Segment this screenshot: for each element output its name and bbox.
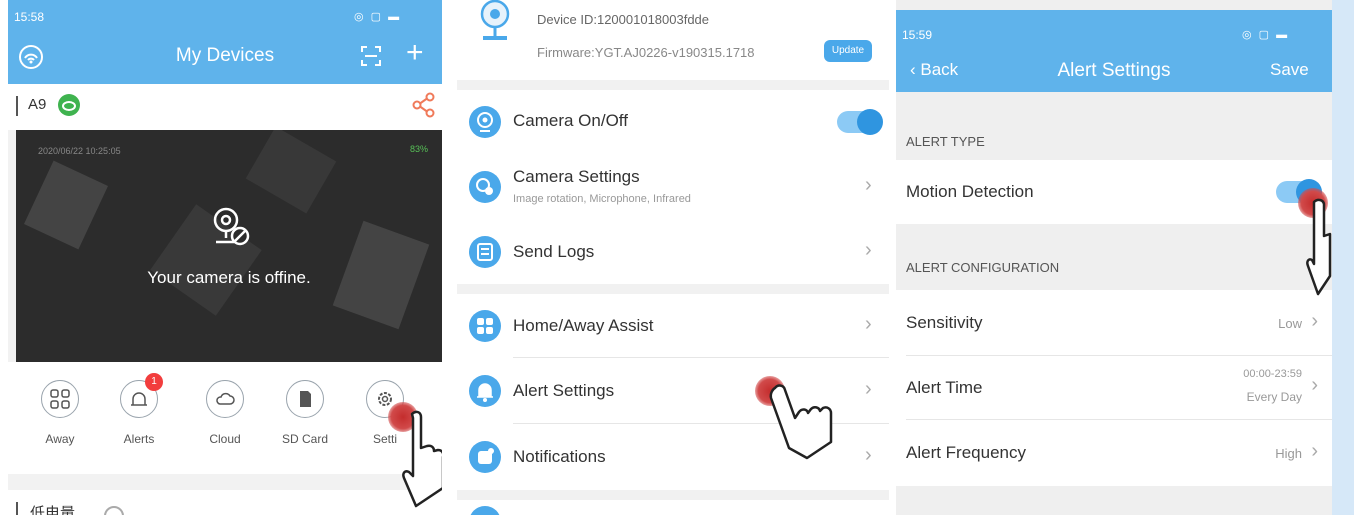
divider — [16, 502, 18, 515]
second-device-row[interactable]: 低电量 — [8, 490, 442, 515]
alerts-button[interactable]: 1 Alerts — [107, 373, 171, 446]
sensitivity-row[interactable]: Sensitivity Low › — [896, 290, 1332, 356]
home-away-assist-row[interactable]: Home/Away Assist › — [457, 294, 889, 358]
away-label: Away — [45, 432, 75, 446]
cloud-icon — [206, 380, 244, 418]
cloud-button[interactable]: Cloud — [193, 380, 257, 446]
alert-time-row[interactable]: Alert Time 00:00-23:59 Every Day › — [896, 356, 1332, 420]
send-logs-label: Send Logs — [513, 242, 595, 261]
alerts-icon: 1 — [120, 373, 163, 418]
status-time: 15:59 — [902, 28, 933, 42]
alert-frequency-row[interactable]: Alert Frequency High › — [896, 420, 1332, 486]
camera-preview[interactable]: 2020/06/22 10:25:05 83% Your camera is o… — [16, 130, 442, 362]
cloud-status-icon — [58, 94, 80, 116]
scan-icon[interactable] — [360, 45, 382, 67]
send-logs-icon — [469, 236, 501, 268]
device-status-icon — [104, 506, 124, 515]
header-bar: 15:59 ◎ ▢ ▬ ‹ Back Alert Settings Save — [896, 10, 1332, 92]
alert-frequency-value: High — [1275, 446, 1302, 461]
offline-message: Your camera is offine. — [147, 268, 311, 287]
sd-card-label: SD Card — [281, 432, 328, 446]
chevron-right-icon: › — [865, 444, 872, 466]
pointing-hand-icon — [769, 384, 833, 460]
side-strip — [1332, 0, 1354, 515]
camera-icon — [469, 106, 501, 138]
pointing-hand-icon — [1306, 198, 1332, 296]
chevron-right-icon: › — [865, 239, 872, 261]
chevron-right-icon: › — [865, 378, 872, 400]
camera-onoff-row[interactable]: Camera On/Off — [457, 90, 889, 154]
pointing-hand-icon — [402, 410, 442, 508]
away-button[interactable]: Away — [28, 380, 92, 446]
my-devices-screen: 15:58 ◎ ▢ ▬ My Devices + A9 2020/06/22 1… — [8, 0, 442, 515]
alert-settings-screen: 15:59 ◎ ▢ ▬ ‹ Back Alert Settings Save A… — [896, 0, 1332, 515]
status-icons: ◎ ▢ ▬ — [354, 11, 402, 23]
camera-settings-subtitle: Image rotation, Microphone, Infrared — [513, 193, 691, 205]
divider — [16, 96, 18, 116]
device-row[interactable]: A9 — [8, 84, 442, 130]
away-icon — [41, 380, 79, 418]
section-header-alert-configuration: ALERT CONFIGURATION — [906, 260, 1060, 275]
home-away-label: Home/Away Assist — [513, 316, 654, 335]
chevron-right-icon: › — [1311, 374, 1318, 396]
page-title: Alert Settings — [1057, 60, 1171, 81]
alert-time-label: Alert Time — [906, 378, 983, 397]
home-away-icon — [469, 310, 501, 342]
status-time: 15:58 — [14, 10, 45, 24]
alert-frequency-label: Alert Frequency — [906, 443, 1026, 462]
firmware-version: Firmware:YGT.AJ0226-v190315.1718 — [537, 45, 755, 60]
sd-card-button[interactable]: SD Card — [273, 380, 337, 446]
camera-onoff-toggle[interactable] — [837, 109, 883, 135]
camera-battery: 83% — [409, 144, 428, 154]
cloud-label: Cloud — [209, 432, 241, 446]
camera-settings-row[interactable]: Camera Settings Image rotation, Micropho… — [457, 154, 889, 220]
device-info: Device ID:120001018003fdde Firmware:YGT.… — [457, 0, 889, 80]
header-bar: 15:58 ◎ ▢ ▬ My Devices + — [8, 0, 442, 84]
bell-icon — [469, 375, 501, 407]
share-icon[interactable] — [412, 92, 436, 118]
chevron-right-icon: › — [1311, 310, 1318, 332]
device-id: Device ID:120001018003fdde — [537, 12, 710, 27]
sd-card-icon — [286, 380, 324, 418]
sensitivity-label: Sensitivity — [906, 313, 983, 332]
camera-settings-icon — [469, 171, 501, 203]
alert-settings-label: Alert Settings — [513, 381, 615, 400]
sensitivity-value: Low — [1278, 316, 1302, 331]
alert-time-range: 00:00-23:59 — [1243, 368, 1302, 380]
section-header-alert-type: ALERT TYPE — [906, 134, 985, 149]
device-settings-screen: Device ID:120001018003fdde Firmware:YGT.… — [457, 0, 889, 515]
save-button[interactable]: Save — [1270, 60, 1309, 80]
update-button[interactable]: Update — [824, 40, 872, 62]
camera-onoff-label: Camera On/Off — [513, 111, 628, 130]
motion-detection-row[interactable]: Motion Detection — [896, 160, 1332, 224]
camera-offline-icon — [213, 207, 250, 246]
send-logs-row[interactable]: Send Logs › — [457, 220, 889, 284]
list-item-icon — [469, 506, 501, 515]
device-actions: Away 1 Alerts Cloud SD Card Setti — [8, 362, 442, 474]
camera-device-icon — [480, 0, 510, 40]
alerts-badge: 1 — [145, 373, 163, 391]
motion-detection-label: Motion Detection — [906, 182, 1034, 201]
list-item[interactable] — [457, 500, 889, 515]
second-device-name: 低电量 — [30, 505, 76, 515]
chevron-right-icon: › — [865, 313, 872, 335]
notifications-label: Notifications — [513, 447, 606, 466]
add-device-icon[interactable]: + — [406, 38, 424, 68]
alerts-label: Alerts — [123, 432, 155, 446]
alert-time-days: Every Day — [1246, 390, 1302, 404]
status-icons: ◎ ▢ ▬ — [1242, 29, 1290, 41]
camera-settings-label: Camera Settings — [513, 167, 640, 186]
notifications-icon — [469, 441, 501, 473]
device-name: A9 — [28, 96, 47, 113]
chevron-right-icon: › — [1311, 440, 1318, 462]
chevron-right-icon: › — [865, 174, 872, 196]
camera-timestamp: 2020/06/22 10:25:05 — [38, 146, 121, 156]
